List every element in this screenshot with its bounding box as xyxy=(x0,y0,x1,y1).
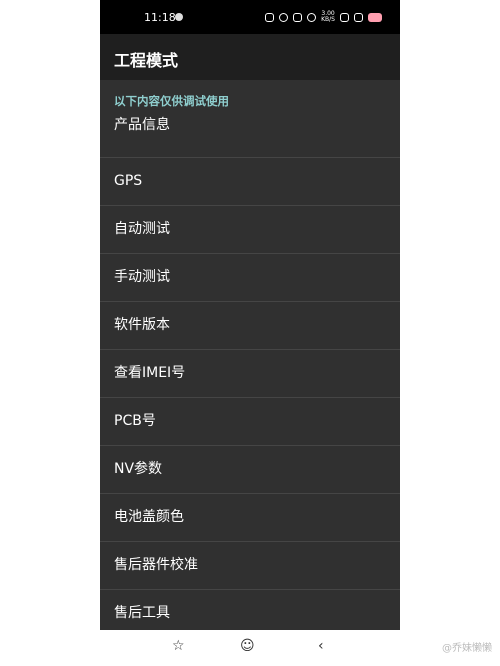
section-header: 以下内容仅供调试使用 xyxy=(114,94,229,108)
list-item-service-tools[interactable]: 售后工具 xyxy=(100,590,400,630)
list-item-software-version[interactable]: 软件版本 xyxy=(100,302,400,350)
vibrate-icon xyxy=(307,12,317,22)
face-icon[interactable]: ☺ xyxy=(240,638,255,654)
network-speed: 3.00 KB/S xyxy=(321,11,335,23)
list-item-battery-cover-color[interactable]: 电池盖颜色 xyxy=(100,494,400,542)
status-icons: 3.00 KB/S xyxy=(265,11,382,23)
list-item-pcb[interactable]: PCB号 xyxy=(100,398,400,446)
notification-icon xyxy=(175,13,183,21)
list-item-gps[interactable]: GPS xyxy=(100,158,400,206)
settings-list: 以下内容仅供调试使用 产品信息 GPS 自动测试 手动测试 软件版本 查看IME… xyxy=(100,80,400,630)
page-title: 工程模式 xyxy=(114,51,179,70)
star-icon[interactable]: ☆ xyxy=(172,638,185,654)
list-item-manual-test[interactable]: 手动测试 xyxy=(100,254,400,302)
navigation-bar: ☆ ☺ ‹ xyxy=(100,630,400,666)
list-item-product-info[interactable]: 产品信息 xyxy=(100,110,400,158)
status-time: 11:18 xyxy=(144,11,176,24)
list-item-component-calibration[interactable]: 售后器件校准 xyxy=(100,542,400,590)
signal-icon xyxy=(354,12,363,22)
list-item-imei[interactable]: 查看IMEI号 xyxy=(100,350,400,398)
wifi-icon xyxy=(340,12,349,22)
phone-screen: 11:18 3.00 KB/S 工程模式 以下内容仅供调试使用 产品信息 GPS… xyxy=(100,0,400,630)
list-item-nv-params[interactable]: NV参数 xyxy=(100,446,400,494)
alarm-icon xyxy=(279,12,289,22)
bell-icon xyxy=(293,12,303,22)
app-bar: 工程模式 xyxy=(100,34,400,80)
network-speed-unit: KB/S xyxy=(321,16,335,23)
nfc-icon xyxy=(265,12,275,22)
status-bar: 11:18 3.00 KB/S xyxy=(100,0,400,34)
chevron-left-icon[interactable]: ‹ xyxy=(318,638,324,654)
battery-icon xyxy=(368,12,382,22)
list-item-auto-test[interactable]: 自动测试 xyxy=(100,206,400,254)
watermark: @乔妹懒懒 xyxy=(442,643,492,654)
